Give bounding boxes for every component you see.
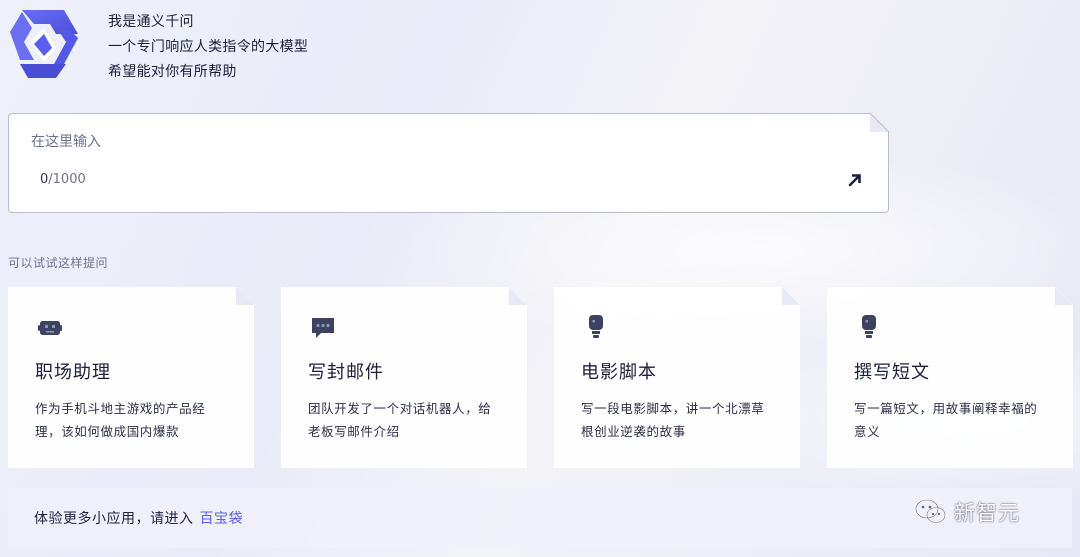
suggestion-hint: 可以试试这样提问: [8, 256, 109, 270]
suggestion-card-workplace[interactable]: 职场助理 作为手机斗地主游戏的产品经理，该如何做成国内爆款: [8, 287, 254, 468]
watermark-text: 新智元: [954, 501, 1020, 525]
fold-corner: [1055, 287, 1073, 305]
card-description: 作为手机斗地主游戏的产品经理，该如何做成国内爆款: [35, 401, 206, 439]
footer-text: 体验更多小应用，请进入 百宝袋: [34, 508, 243, 528]
header: 我是通义千问 一个专门响应人类指令的大模型 希望能对你有所帮助: [8, 8, 608, 88]
suggestion-card-email[interactable]: 写封邮件 团队开发了一个对话机器人，给老板写邮件介绍: [281, 287, 527, 468]
suggestion-card-movie-script[interactable]: 电影脚本 写一段电影脚本，讲一个北漂草根创业逆袭的故事: [554, 287, 800, 468]
lightbulb-icon: [862, 315, 876, 338]
send-arrow-icon[interactable]: [845, 170, 865, 190]
footer-bar: 体验更多小应用，请进入 百宝袋: [8, 488, 1072, 548]
prompt-input[interactable]: [31, 130, 811, 154]
intro-line: 希望能对你有所帮助: [108, 64, 237, 80]
robot-icon: [38, 321, 62, 335]
card-title: 撰写短文: [854, 362, 930, 383]
treasure-bag-link[interactable]: 百宝袋: [200, 511, 244, 527]
card-title: 电影脚本: [581, 362, 657, 383]
footer-label: 体验更多小应用，请进入: [34, 511, 194, 527]
card-description: 写一段电影脚本，讲一个北漂草根创业逆袭的故事: [581, 401, 765, 439]
card-title: 写封邮件: [308, 362, 384, 383]
char-counter: 0/1000: [40, 172, 86, 187]
suggestion-card-short-essay[interactable]: 撰写短文 写一篇短文，用故事阐释幸福的意义: [827, 287, 1073, 468]
card-description: 写一篇短文，用故事阐释幸福的意义: [854, 401, 1038, 439]
intro-line: 一个专门响应人类指令的大模型: [108, 39, 309, 55]
lightbulb-icon: [589, 315, 603, 338]
prompt-input-box[interactable]: 0/1000: [8, 113, 889, 213]
fold-corner: [509, 287, 527, 305]
card-title: 职场助理: [35, 362, 111, 383]
char-max: /1000: [48, 172, 86, 187]
watermark: 新智元: [914, 497, 1020, 527]
intro-line: 我是通义千问: [108, 14, 194, 30]
fold-corner: [782, 287, 800, 305]
logo-icon: [10, 10, 78, 78]
chat-bubble-icon: [312, 318, 334, 338]
wechat-icon: [915, 499, 946, 524]
card-description: 团队开发了一个对话机器人，给老板写邮件介绍: [308, 401, 492, 439]
fold-corner: [236, 287, 254, 305]
intro-text: 我是通义千问 一个专门响应人类指令的大模型 希望能对你有所帮助: [108, 10, 308, 85]
